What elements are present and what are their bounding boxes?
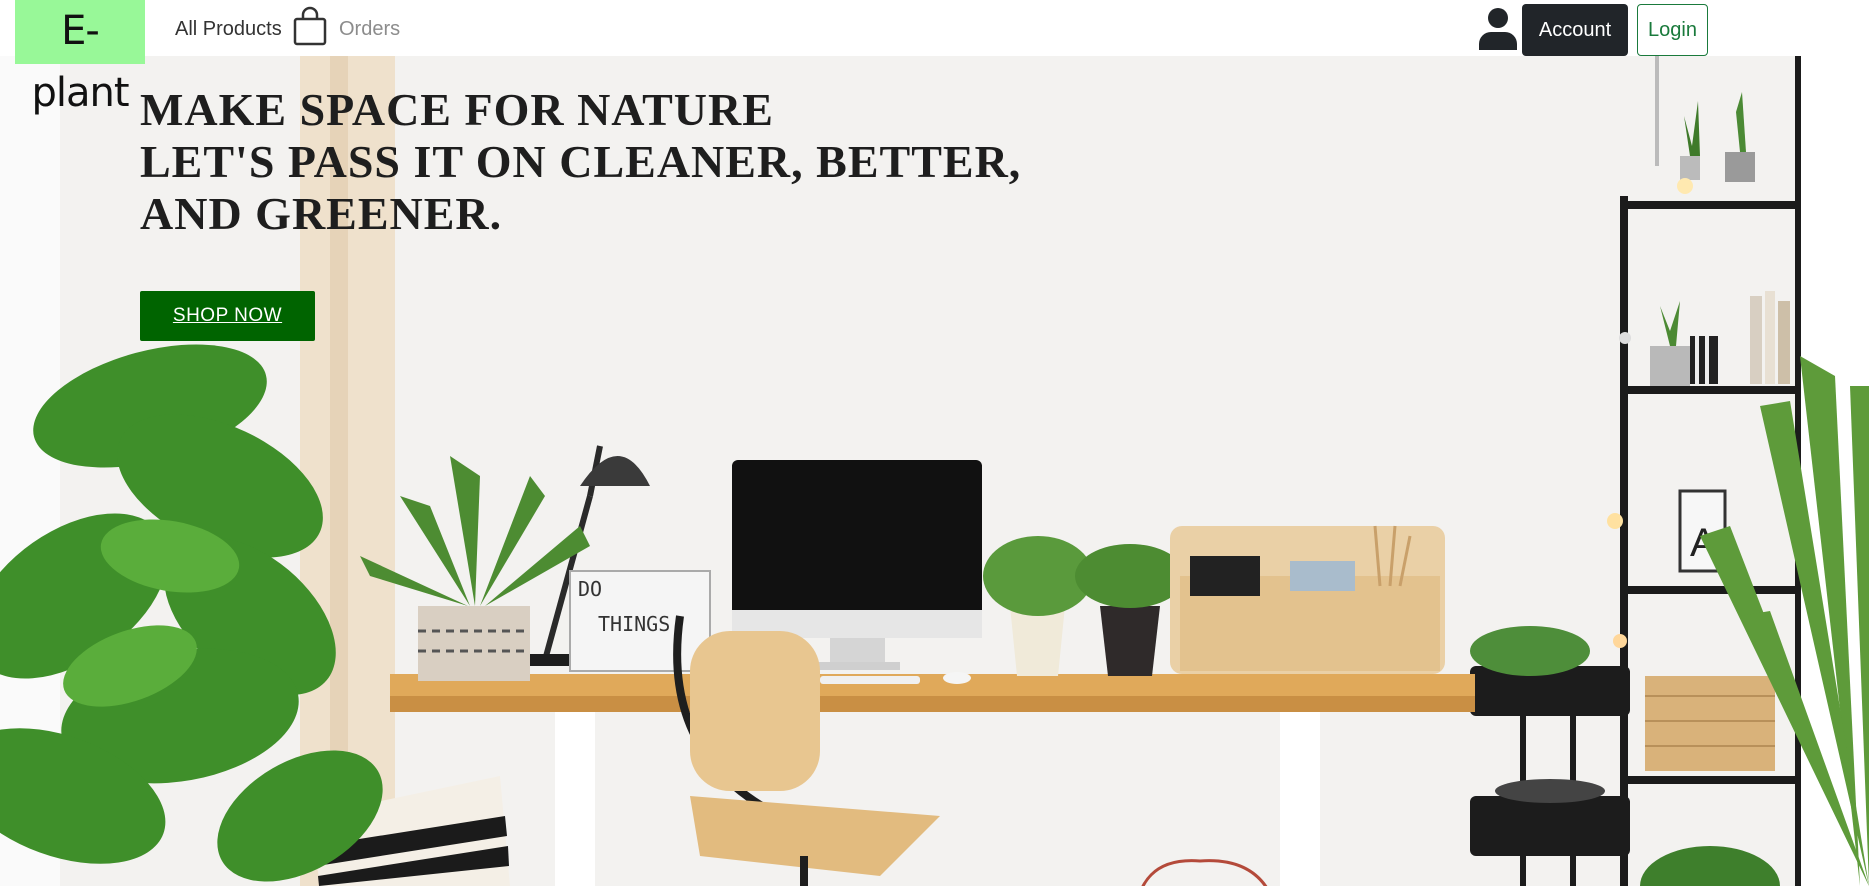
user-icon[interactable] [1477, 6, 1519, 50]
hero-headline-line1: MAKE SPACE FOR NATURE [140, 84, 774, 135]
brand-logo[interactable]: E-plant [15, 0, 145, 116]
shopping-bag-icon[interactable] [292, 6, 328, 46]
hero-banner: A DO THINGS MAKE SPACE FOR NATURE LET'S … [0, 56, 1869, 886]
nav-orders[interactable]: Orders [339, 18, 400, 41]
shop-now-button[interactable]: SHOP NOW [140, 291, 315, 341]
hero-headline-line2: LET'S PASS IT ON CLEANER, BETTER, AND GR… [140, 136, 1022, 239]
navbar: E-plant All Products Orders Account Logi… [0, 0, 1869, 116]
login-button[interactable]: Login [1637, 4, 1708, 56]
lightbox-text-things: THINGS [598, 612, 670, 636]
lightbox-text-do: DO [578, 577, 602, 601]
nav-all-products[interactable]: All Products [175, 18, 282, 41]
account-button[interactable]: Account [1522, 4, 1628, 56]
hero-headline: MAKE SPACE FOR NATURE LET'S PASS IT ON C… [140, 84, 1100, 240]
